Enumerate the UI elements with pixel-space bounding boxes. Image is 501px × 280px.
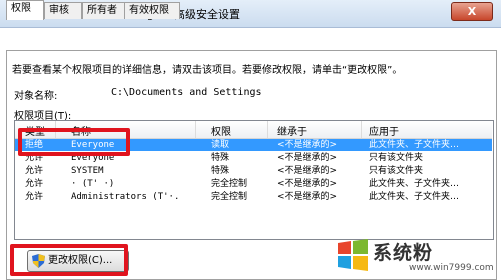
- row-applies-to: 此文件夹、子文件夹…: [369, 192, 460, 202]
- row-inherited: <不是继承的>: [277, 140, 338, 150]
- watermark-logo: 系统粉 www.win7999.com: [337, 238, 497, 276]
- row-permission: 完全控制: [211, 179, 248, 189]
- row-type: 允许: [25, 166, 44, 176]
- row-permission: 特殊: [211, 153, 230, 163]
- row-inherited: <不是继承的>: [277, 192, 338, 202]
- row-applies-to: 只有该文件夹: [369, 166, 424, 176]
- row-permission: 特殊: [211, 166, 230, 176]
- close-button[interactable]: X: [451, 2, 493, 21]
- panel-description: 若要查看某个权限项目的详细信息，请双击该项目。若要修改权限，请单击“更改权限”。: [12, 65, 403, 76]
- watermark-brand: 系统粉: [373, 242, 434, 264]
- row-applies-to: 此文件夹、子文件夹…: [369, 140, 460, 150]
- change-permissions-highlight: [10, 244, 128, 276]
- object-name-label: 对象名称:: [14, 91, 58, 102]
- row-permission: 读取: [211, 140, 230, 150]
- row-inherited: <不是继承的>: [277, 166, 338, 176]
- object-name-value: C:\Documents and Settings: [111, 87, 262, 98]
- row-inherited: <不是继承的>: [277, 179, 338, 189]
- row-inherited: <不是继承的>: [277, 153, 338, 163]
- tab-permissions[interactable]: 权限: [6, 0, 44, 20]
- row-name: SYSTEM: [71, 166, 104, 176]
- table-row[interactable]: 允许 · (T' ·) 完全控制 <不是继承的> 此文件夹、子文件夹…: [15, 178, 492, 190]
- column-permission[interactable]: 权限: [211, 123, 231, 138]
- row-permission: 完全控制: [211, 192, 248, 202]
- column-applies-to[interactable]: 应用于: [369, 123, 399, 138]
- column-inherited-from[interactable]: 继承于: [277, 123, 307, 138]
- row-type: 允许: [25, 192, 44, 202]
- tab-auditing[interactable]: 审核: [44, 2, 82, 19]
- tab-owner[interactable]: 所有者: [82, 2, 130, 19]
- row-applies-to: 此文件夹、子文件夹…: [369, 179, 460, 189]
- tab-effective-permissions[interactable]: 有效权限: [124, 2, 180, 19]
- table-row[interactable]: 允许 SYSTEM 特殊 <不是继承的> 只有该文件夹: [15, 165, 492, 177]
- row-applies-to: 只有该文件夹: [369, 153, 424, 163]
- row-name: Administrators (T'·.: [71, 192, 180, 202]
- windows-logo-icon: [338, 239, 368, 271]
- deny-everyone-highlight: [18, 128, 130, 156]
- row-name: · (T' ·): [71, 179, 115, 189]
- watermark-url: www.win7999.com: [409, 263, 494, 273]
- row-type: 允许: [25, 179, 44, 189]
- table-row[interactable]: 允许 Administrators (T'·. 完全控制 <不是继承的> 此文件…: [15, 191, 492, 203]
